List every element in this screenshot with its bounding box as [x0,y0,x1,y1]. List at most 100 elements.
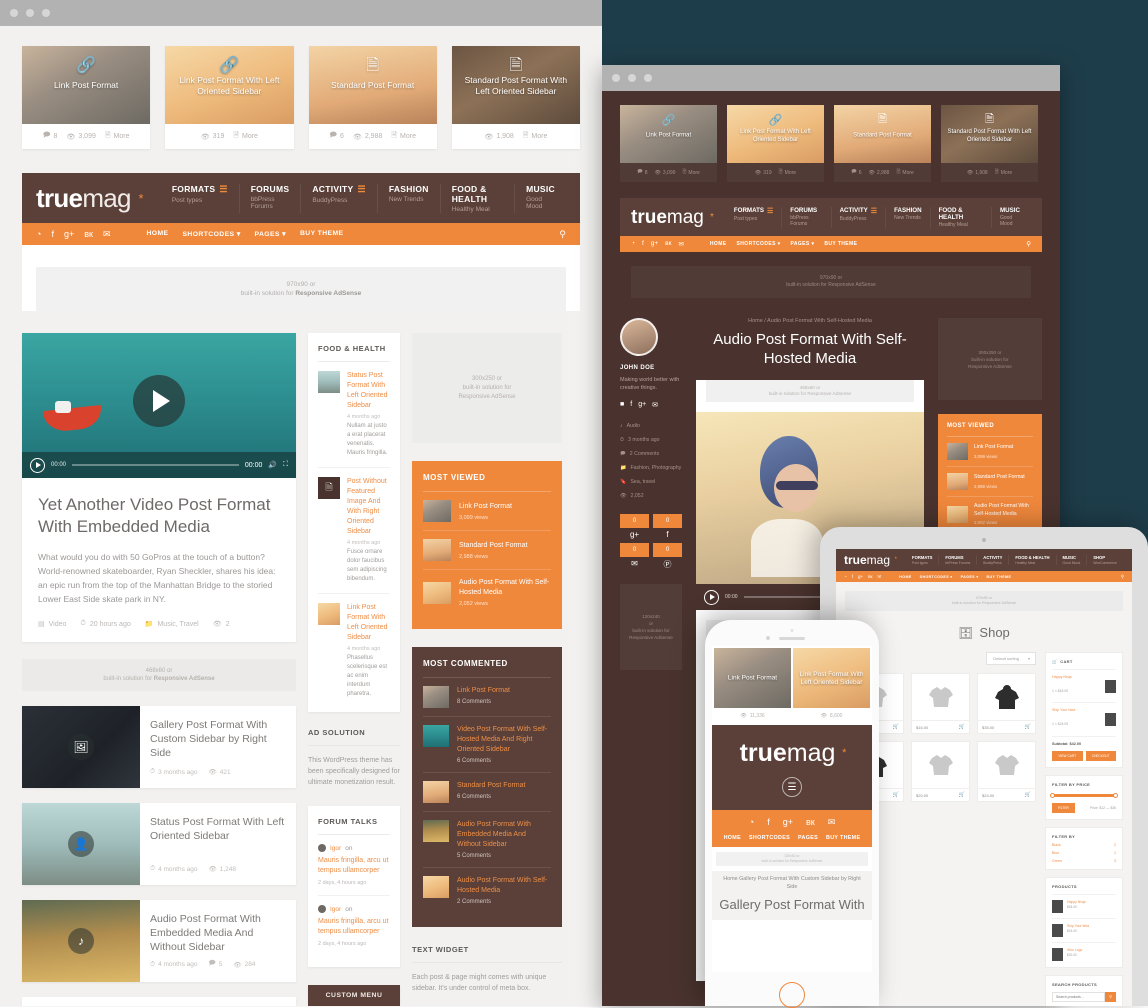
nav-item-food-health[interactable]: FOOD & HEALTH Healthy Meal [439,183,514,213]
window-maximize-dot[interactable] [644,74,652,82]
nav-link-home[interactable]: HOME [899,575,911,579]
nav-link-pages-[interactable]: PAGES ▾ [791,241,815,247]
cart-item-name[interactable]: Happy Ninja [1052,675,1101,679]
googleplus-icon[interactable]: g+ [783,817,793,828]
facebook-icon[interactable]: f [852,574,853,580]
video-play-button[interactable] [30,457,45,473]
nav-link-pages-[interactable]: PAGES ▾ [255,230,286,238]
dark-teaser-more[interactable]: 🗎 More [896,169,913,177]
featured-post-title[interactable]: Yet Another Video Post Format With Embed… [38,494,280,538]
nav-item-music[interactable]: MUSIC Good Mood [514,183,566,213]
slider-handle-max[interactable] [1113,793,1118,798]
add-to-cart-icon[interactable]: 🛒 [959,792,965,798]
most-viewed-title-link[interactable]: Standard Post Format [459,541,527,551]
dark-search-icon[interactable]: ⚲ [1026,240,1031,248]
nav-item-formats[interactable]: FORMATS ☰ Post types [161,184,239,213]
tablet-search-icon[interactable]: ⚲ [1121,574,1124,580]
tablet-nav-item-forums[interactable]: FORUMS bbPress Forums [938,555,976,565]
window-minimize-dot[interactable] [628,74,636,82]
nav-item-activity[interactable]: ACTIVITY ☰ BuddyPress [830,206,885,228]
dark-teaser-card[interactable]: 🔗 Link Post Format 🗩 8 👁 3,099 🗎 More [620,105,717,182]
cart-button-checkout[interactable]: CHECKOUT [1085,751,1116,761]
googleplus-icon[interactable]: g+ [638,401,646,409]
vk-icon[interactable]: вк [868,574,872,580]
food-health-item[interactable]: Status Post Format With Left Oriented Si… [318,362,390,468]
search-products-input[interactable] [1052,992,1106,1002]
behance-icon[interactable]: ■ [620,401,624,409]
tablet-nav-item-food-health[interactable]: FOOD & HEALTH Healthy Meal [1008,555,1055,565]
nav-item-food-health[interactable]: FOOD & HEALTH Healthy Meal [929,206,991,228]
twitter-icon[interactable]: ✉ [103,229,111,240]
window-close-dot[interactable] [10,9,18,17]
audio-play-button[interactable] [704,589,719,605]
facebook-icon[interactable]: f [767,817,770,828]
teaser-more[interactable]: 🗎 More [105,131,130,142]
twitter-icon[interactable]: ✉ [678,240,683,248]
teaser-more[interactable]: 🗎 More [233,131,258,142]
phone-teaser-card[interactable]: Link Post Format 👁 11,336 [714,648,791,723]
googleplus-icon[interactable]: g+ [858,574,863,580]
window-close-dot[interactable] [612,74,620,82]
forum-talk-user[interactable]: Igor [330,906,341,913]
share-button-googleplus[interactable]: 0 g+ [620,514,649,539]
tablet-nav-item-music[interactable]: MUSIC Good Mood [1055,555,1087,565]
add-to-cart-icon[interactable]: 🛒 [893,792,899,798]
teaser-thumbnail[interactable]: 🔗 Link Post Format [22,46,151,124]
dark-teaser-more[interactable]: 🗎 More [995,169,1012,177]
forum-talk-subject[interactable]: Mauris fringilla, arcu ut tempus ullamco… [318,856,390,876]
search-icon[interactable]: ⚲ [559,229,566,240]
add-to-cart-icon[interactable]: 🛒 [1025,792,1031,798]
nav-item-fashion[interactable]: FASHION New Trends [885,206,930,228]
list-post[interactable]: 🖼 Gallery Post Format With Custom Sideba… [22,706,296,788]
product-widget-title[interactable]: Woo Logo [1067,948,1082,952]
product-card[interactable]: $35.00 🛒 [977,673,1036,734]
nav-item-music[interactable]: MUSIC Good Mood [990,206,1031,228]
hamburger-icon[interactable]: ☰ [782,777,802,797]
facebook-icon[interactable]: f [642,240,644,248]
nav-item-forums[interactable]: FORUMS bbPress Forums [781,206,830,228]
list-post[interactable]: 👤 Status Post Format With Left Oriented … [22,803,296,885]
list-post-title[interactable]: Audio Post Format With Embedded Media An… [150,912,286,954]
dark-most-viewed-title[interactable]: Audio Post Format With Self-Hosted Media [974,503,1033,518]
most-viewed-item[interactable]: Standard Post Format 2,988 views [423,531,551,570]
dark-teaser-thumbnail[interactable]: 🔗 Link Post Format [620,105,717,163]
dark-teaser-card[interactable]: 🔗 Link Post Format With Left Oriented Si… [727,105,824,182]
nav-link-shortcodes[interactable]: SHORTCODES [749,835,790,841]
food-health-title-link[interactable]: Post Without Featured Image And With Rig… [347,477,390,537]
rss-icon[interactable]: ◔ [844,574,847,580]
googleplus-icon[interactable]: g+ [651,240,658,248]
most-commented-item[interactable]: Video Post Format With Self-Hosted Media… [423,717,551,773]
most-viewed-item[interactable]: Link Post Format 3,099 views [423,492,551,531]
nav-link-shortcodes-[interactable]: SHORTCODES ▾ [920,575,953,579]
add-to-cart-icon[interactable]: 🛒 [959,724,965,730]
dark-teaser-thumbnail[interactable]: 🗎 Standard Post Format [834,105,931,163]
rss-icon[interactable]: ◔ [749,817,754,828]
facebook-icon[interactable]: f [51,229,54,240]
phone-teaser-thumbnail[interactable]: Link Post Format [714,648,791,708]
nav-link-home[interactable]: HOME [710,241,727,247]
nav-link-home[interactable]: HOME [724,835,741,841]
nav-item-fashion[interactable]: FASHION New Trends [376,183,440,213]
teaser-thumbnail[interactable]: 🗎 Standard Post Format With Left Oriente… [451,46,580,124]
most-commented-title-link[interactable]: Standard Post Format [457,781,525,791]
list-post-title[interactable]: Status Post Format With Left Oriented Si… [150,815,286,843]
share-button-twitter[interactable]: 0 ✉ [620,543,649,570]
forum-talk-item[interactable]: Igor on Mauris fringilla, arcu ut tempus… [318,896,390,956]
product-widget-title[interactable]: Happy Ninja [1067,900,1085,904]
window-minimize-dot[interactable] [26,9,34,17]
filter-button[interactable]: FILTER [1052,803,1075,813]
nav-item-forums[interactable]: FORUMS bbPress Forums [238,183,301,213]
googleplus-icon[interactable]: g+ [64,229,74,240]
phone-home-button[interactable] [779,982,805,1008]
teaser-more[interactable]: 🗎 More [523,131,548,142]
nav-link-buy-theme[interactable]: BUY THEME [824,241,857,247]
filter-by-row[interactable]: Blue 1 [1052,851,1116,855]
search-products-button[interactable]: ⚲ [1105,992,1116,1002]
product-widget-item[interactable]: Happy Ninja $18.00 [1052,894,1116,913]
vk-icon[interactable]: вк [84,229,93,240]
product-widget-item[interactable]: Ship Your Idea $24.00 [1052,918,1116,937]
teaser-thumbnail[interactable]: 🗎 Standard Post Format [308,46,437,124]
dark-teaser-more[interactable]: 🗎 More [779,169,796,177]
most-commented-title-link[interactable]: Audio Post Format With Self-Hosted Media [457,876,551,896]
cart-button-view cart[interactable]: VIEW CART [1052,751,1083,761]
